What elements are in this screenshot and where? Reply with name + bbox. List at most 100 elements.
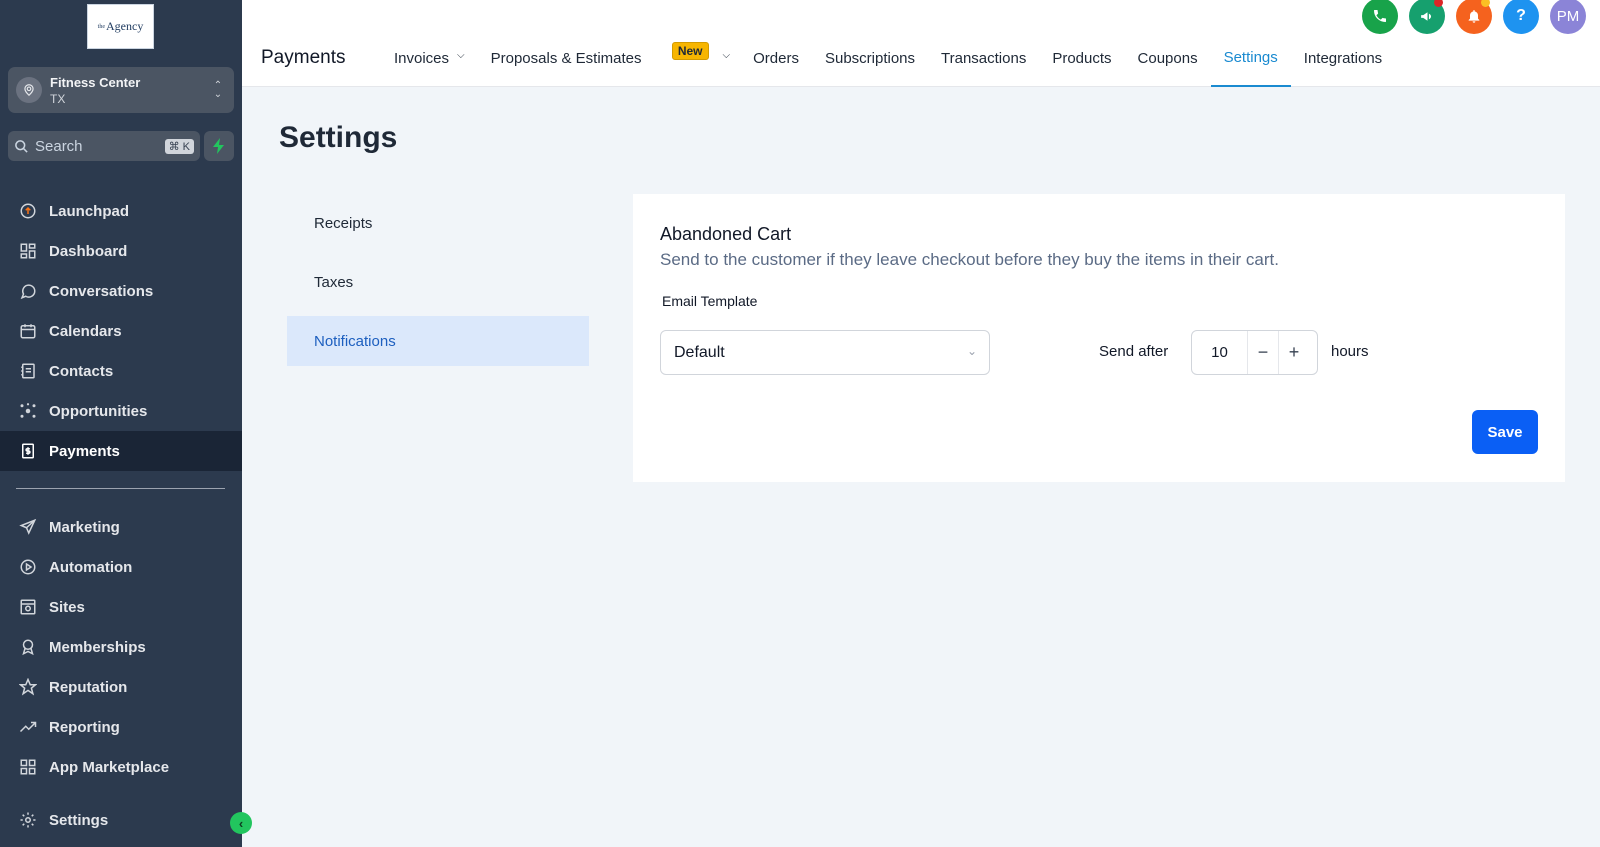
apps-icon [18,757,38,777]
sidebar-item-label: Sites [49,598,85,616]
subnav-label: Receipts [314,214,373,232]
megaphone-icon [1420,11,1431,21]
tab-label: Transactions [941,50,1027,67]
increment-button[interactable]: + [1278,331,1309,374]
search-icon [15,139,28,153]
new-badge: New [671,42,709,60]
sidebar-item-automation[interactable]: Automation [0,547,242,587]
automation-icon [18,557,38,577]
account-name: Fitness Center [50,74,141,90]
sidebar-item-label: Payments [49,442,120,460]
sidebar-item-label: Marketing [49,518,120,536]
tab-orders[interactable]: Orders [740,48,812,87]
sites-icon [18,597,38,617]
tab-settings[interactable]: Settings [1210,48,1291,87]
dashboard-icon [18,241,38,261]
sidebar-item-memberships[interactable]: Memberships [0,627,242,667]
sidebar-item-label: Memberships [49,638,146,656]
email-template-select[interactable]: Default ⌄ [660,330,990,375]
chevron-down-icon: ⌄ [966,344,977,358]
subnav-item-receipts[interactable]: Receipts [287,198,589,248]
tab-invoices[interactable]: Invoices ⌵ [381,48,478,87]
subnav-item-taxes[interactable]: Taxes [287,257,589,307]
tab-subscriptions[interactable]: Subscriptions [812,48,928,87]
tab-label: Coupons [1137,50,1198,67]
quick-actions-button[interactable] [204,131,234,161]
user-avatar[interactable]: PM [1550,0,1586,34]
sidebar-item-opportunities[interactable]: Opportunities [0,391,242,431]
notification-dot [1434,0,1443,7]
subnav-item-notifications[interactable]: Notifications [287,316,589,366]
tab-label: Products [1052,50,1112,67]
sidebar-item-label: Calendars [49,322,122,340]
sidebar-item-label: Launchpad [49,202,130,220]
payments-tabs: Invoices ⌵ Proposals & Estimates New ⌵ O… [381,42,1395,87]
tab-coupons[interactable]: Coupons [1125,48,1211,87]
settings-subnav: Receipts Taxes Notifications [287,198,589,375]
notifications-button[interactable] [1456,0,1492,34]
chevron-down-icon: ⌵ [457,50,465,61]
email-template-label: Email Template [662,293,758,309]
tab-products[interactable]: Products [1039,48,1124,87]
tab-proposals-estimates[interactable]: Proposals & Estimates New [478,42,709,87]
sidebar-item-dashboard[interactable]: Dashboard [0,231,242,271]
phone-button[interactable] [1362,0,1398,34]
card-description: Send to the customer if they leave check… [660,250,1279,269]
agency-logo[interactable]: the Agency [87,4,154,49]
sidebar-nav-primary: Launchpad Dashboard Conversations Calend… [0,191,242,471]
avatar-initials: PM [1556,7,1580,25]
logo-text: Agency [106,19,144,33]
hours-unit-label: hours [1331,343,1369,360]
subnav-label: Notifications [314,332,396,350]
save-button[interactable]: Save [1472,410,1538,454]
sidebar: the Agency Fitness Center TX ⌃ ⌄ Search ⌘ … [0,0,252,847]
send-icon [18,517,38,537]
tab-label: Integrations [1303,50,1383,67]
sidebar-item-label: Automation [49,558,133,576]
gear-icon [18,810,38,830]
tab-transactions[interactable]: Transactions [928,48,1039,87]
tab-more-dropdown[interactable]: ⌵ [713,48,741,87]
membership-icon [18,637,38,657]
sidebar-item-reputation[interactable]: Reputation [0,667,242,707]
sidebar-item-reporting[interactable]: Reporting [0,707,242,747]
decrement-button[interactable]: − [1247,331,1278,374]
sidebar-item-sites[interactable]: Sites [0,587,242,627]
tab-label: Proposals & Estimates [490,50,642,67]
send-after-input[interactable]: 10 [1192,344,1247,361]
collapse-sidebar-button[interactable]: ‹ [230,812,252,834]
payments-icon [18,441,38,461]
page-title: Settings [279,121,398,154]
sidebar-item-calendars[interactable]: Calendars [0,311,242,351]
sidebar-item-contacts[interactable]: Contacts [0,351,242,391]
card-title: Abandoned Cart [660,224,792,244]
help-button[interactable]: ? [1503,0,1539,34]
select-value: Default [674,343,725,361]
tab-integrations[interactable]: Integrations [1291,48,1395,87]
announcements-button[interactable] [1409,0,1445,34]
sidebar-item-marketing[interactable]: Marketing [0,507,242,547]
sidebar-item-label: App Marketplace [49,758,170,776]
sidebar-item-label: Opportunities [49,402,148,420]
sidebar-item-label: Conversations [49,282,154,300]
send-after-stepper: 10 − + [1191,330,1318,375]
sidebar-item-label: Settings [49,811,109,829]
sidebar-item-label: Reputation [49,678,128,696]
chevron-left-icon: ‹ [238,815,244,831]
account-switcher[interactable]: Fitness Center TX ⌃ ⌄ [8,67,234,113]
abandoned-cart-card: Abandoned Cart Send to the customer if t… [633,194,1565,482]
sidebar-item-label: Reporting [49,718,120,736]
sidebar-item-launchpad[interactable]: Launchpad [0,191,242,231]
search-shortcut: ⌘ K [164,138,194,154]
sidebar-item-settings[interactable]: Settings [0,800,242,840]
star-icon [18,677,38,697]
chevron-down-icon: ⌵ [722,50,731,61]
sidebar-item-conversations[interactable]: Conversations [0,271,242,311]
sidebar-item-payments[interactable]: Payments [0,431,242,471]
contacts-icon [18,361,38,381]
sidebar-item-app-marketplace[interactable]: App Marketplace [0,747,242,787]
reporting-icon [18,717,38,737]
search-placeholder: Search [35,137,83,155]
search-input[interactable]: Search ⌘ K [8,131,200,161]
tab-label: Orders [753,50,799,67]
